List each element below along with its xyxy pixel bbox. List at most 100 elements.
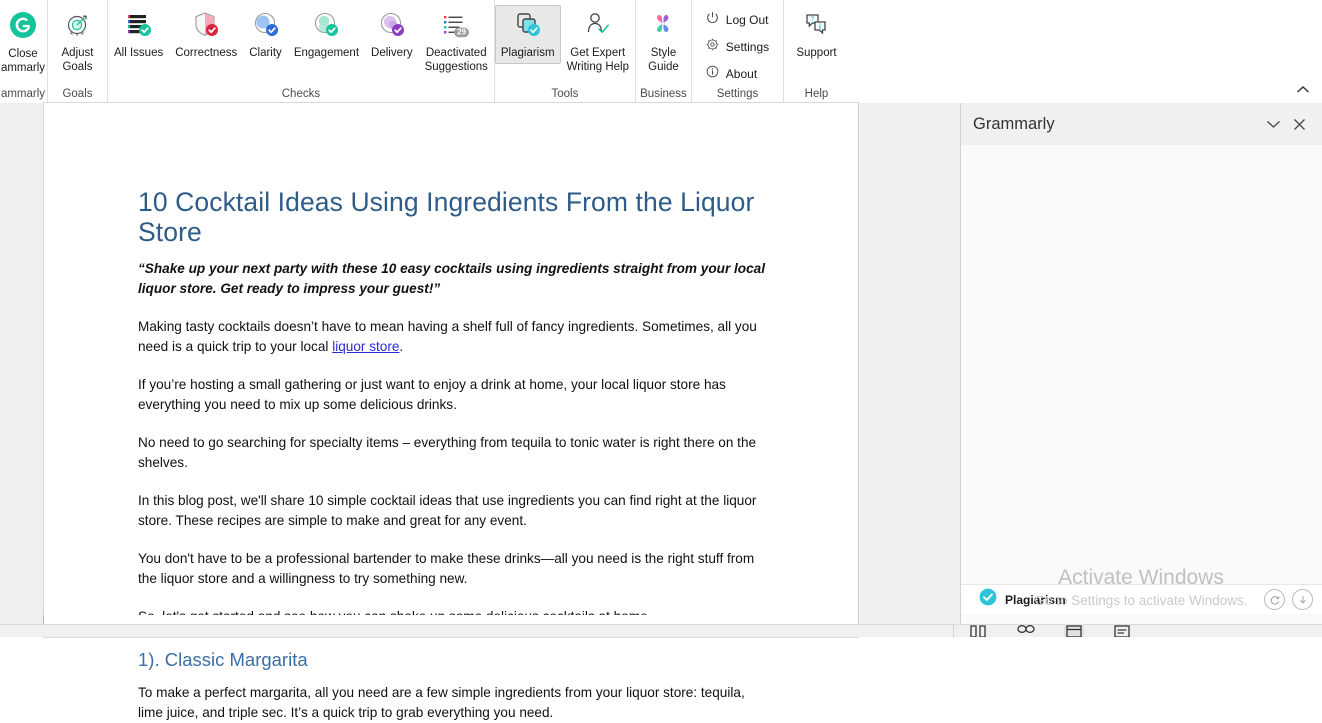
ribbon-group-label-business: Business [640, 88, 687, 100]
ribbon-group-label-tools: Tools [551, 88, 579, 100]
clarity-label: Clarity [249, 47, 282, 59]
document-paragraph-1: Making tasty cocktails doesn’t have to m… [138, 317, 762, 357]
all-issues-icon [124, 9, 154, 44]
ribbon-group-label-help: Help [804, 88, 829, 100]
chevron-down-icon [1266, 121, 1280, 128]
page-title: 10 Cocktail Ideas Using Ingredients From… [138, 187, 755, 247]
refresh-icon [1270, 595, 1279, 605]
plagiarism-label: Plagiarism [500, 47, 555, 59]
liquor-store-link[interactable]: liquor store [332, 339, 399, 354]
refresh-button[interactable] [1264, 589, 1285, 610]
close-icon [1293, 118, 1305, 130]
word-status-bar [0, 624, 1322, 638]
grammarly-pane-body [961, 145, 1322, 593]
support-button[interactable]: ? Support [790, 5, 842, 64]
right-gutter-bottom [858, 615, 960, 624]
ribbon-group-checks: All Issues Correctness Clarity Engagemen… [107, 0, 494, 103]
print-layout-icon[interactable] [1016, 624, 1036, 637]
delivery-label: Delivery [371, 47, 413, 59]
close-grammarly-button[interactable]: Close ammarly [0, 5, 47, 78]
document-paragraph-2: If you’re hosting a small gathering or j… [138, 377, 726, 412]
grammarly-logo-icon [8, 10, 38, 45]
support-chat-icon: ? [801, 9, 831, 44]
plagiarism-status-bar: Plagiarism [961, 584, 1322, 614]
document-paragraph-3: No need to go searching for specialty it… [138, 435, 757, 470]
grammarly-pane-close-button[interactable] [1286, 111, 1312, 137]
read-mode-icon[interactable] [968, 624, 988, 637]
style-guide-label: Style Guide [648, 47, 679, 73]
ribbon-group-label-settings: Settings [716, 88, 759, 100]
plagiarism-status-label: Plagiarism [1005, 592, 1066, 607]
deactivated-suggestions-icon: 29 [439, 9, 473, 44]
grammarly-ribbon: Close ammarly ammarly Adjust Goals Goals… [0, 0, 1322, 104]
paragraph-1-text-before-link: Making tasty cocktails doesn’t have to m… [138, 319, 757, 354]
adjust-goals-button[interactable]: Adjust Goals [56, 5, 100, 77]
target-goal-icon [63, 9, 93, 44]
left-gutter-bottom [0, 615, 44, 624]
log-out-button[interactable]: Log Out [702, 10, 773, 30]
get-expert-writing-help-button[interactable]: Get Expert Writing Help [561, 5, 635, 77]
ribbon-group-goals: Adjust Goals Goals [47, 0, 107, 103]
ribbon-group-label-goals: Goals [62, 88, 93, 100]
download-button[interactable] [1292, 589, 1313, 610]
settings-button[interactable]: Settings [702, 37, 773, 57]
expert-writing-help-icon [583, 9, 613, 44]
close-grammarly-label: Close ammarly [0, 48, 46, 74]
svg-text:?: ? [811, 16, 815, 23]
chevron-up-icon [1296, 85, 1310, 93]
grammarly-pane: Grammarly Plagiarism [960, 103, 1322, 637]
download-icon [1299, 595, 1306, 604]
adjust-goals-label: Adjust Goals [61, 47, 94, 73]
engagement-label: Engagement [293, 47, 360, 59]
ribbon-group-label-checks: Checks [281, 88, 321, 100]
about-button[interactable]: About [702, 64, 773, 84]
plagiarism-icon [513, 9, 543, 44]
about-label: About [725, 67, 758, 81]
all-issues-button[interactable]: All Issues [108, 5, 169, 64]
log-out-label: Log Out [725, 13, 769, 27]
info-icon [706, 65, 719, 83]
deactivated-suggestions-button[interactable]: 29 Deactivated Suggestions [419, 5, 494, 77]
all-issues-label: All Issues [114, 47, 164, 59]
left-gutter [0, 103, 44, 637]
document-page[interactable]: 10 Cocktail Ideas Using Ingredients From… [44, 103, 858, 720]
grammarly-pane-title: Grammarly [973, 114, 1055, 133]
support-label: Support [796, 47, 837, 59]
paragraph-1-text-after-link: . [399, 339, 404, 354]
ribbon-group-grammarly: Close ammarly ammarly [0, 0, 47, 103]
deactivated-suggestions-badge: 29 [457, 28, 467, 37]
grammarly-pane-header: Grammarly [961, 103, 1322, 145]
ribbon-group-label-grammarly: ammarly [0, 88, 46, 100]
delivery-button[interactable]: Delivery [365, 5, 419, 64]
right-gutter [858, 103, 960, 637]
engagement-icon [311, 9, 341, 44]
ribbon-group-settings: Log Out Settings About Settings [690, 0, 783, 103]
ribbon-group-help: ? Support Help [782, 0, 849, 103]
correctness-button[interactable]: Correctness [169, 5, 243, 64]
delivery-icon [377, 9, 407, 44]
gear-icon [706, 38, 719, 56]
style-guide-button[interactable]: Style Guide [641, 5, 685, 77]
document-lede: “Shake up your next party with these 10 … [138, 261, 765, 296]
get-expert-writing-help-label: Get Expert Writing Help [566, 47, 629, 73]
status-bar-divider [953, 625, 954, 638]
correctness-shield-icon [191, 9, 221, 44]
document-paragraph-5: You don't have to be a professional bart… [138, 551, 755, 586]
ribbon-group-business: Style Guide Business [634, 0, 691, 103]
focus-icon[interactable] [1112, 624, 1132, 637]
plagiarism-button[interactable]: Plagiarism [494, 5, 561, 64]
document-paragraph-4: In this blog post, we'll share 10 simple… [138, 493, 757, 528]
view-mode-icons [960, 624, 1200, 637]
grammarly-pane-collapse-button[interactable] [1260, 111, 1286, 137]
web-layout-icon[interactable] [1064, 624, 1084, 637]
document-paragraph-7: To make a perfect margarita, all you nee… [138, 685, 745, 720]
collapse-ribbon-button[interactable] [1292, 79, 1314, 99]
engagement-button[interactable]: Engagement [288, 5, 365, 64]
settings-label: Settings [725, 40, 770, 54]
clarity-icon [251, 9, 281, 44]
clarity-button[interactable]: Clarity [243, 5, 288, 64]
grammarly-word-addin-window: Close ammarly ammarly Adjust Goals Goals… [0, 0, 1322, 720]
teal-check-icon [979, 588, 997, 611]
deactivated-suggestions-label: Deactivated Suggestions [424, 47, 488, 73]
document-bottom-strip [0, 615, 960, 624]
